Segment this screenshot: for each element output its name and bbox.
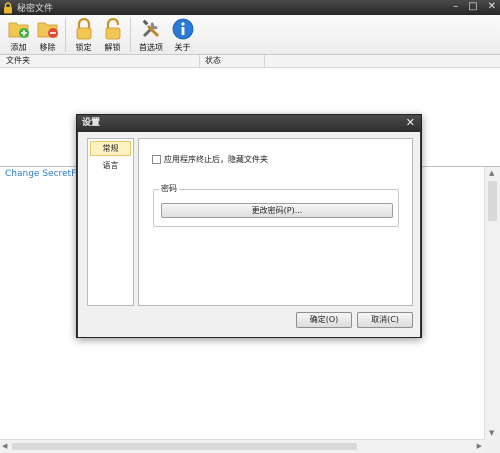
scroll-down-icon[interactable]: ▼ bbox=[489, 429, 494, 437]
settings-content: 应用程序终止后，隐藏文件夹 密码 更改密码(P)... bbox=[138, 138, 413, 306]
lock-label: 锁定 bbox=[75, 43, 92, 52]
column-folder[interactable]: 文件夹 bbox=[0, 55, 200, 67]
dialog-body: 常规 语言 应用程序终止后，隐藏文件夹 密码 更改密码(P)... 确定(O) … bbox=[78, 132, 420, 337]
scroll-left-icon[interactable]: ◀ bbox=[2, 442, 7, 450]
nav-item-general[interactable]: 常规 bbox=[90, 141, 131, 156]
hide-on-exit-option[interactable]: 应用程序终止后，隐藏文件夹 bbox=[152, 154, 268, 165]
lock-icon bbox=[4, 1, 12, 13]
log-text: Change SecretFo bbox=[5, 169, 82, 179]
toolbar-separator bbox=[130, 18, 131, 52]
maximize-button[interactable]: □ bbox=[468, 1, 477, 12]
column-status[interactable]: 状态 bbox=[200, 55, 265, 67]
cancel-button[interactable]: 取消(C) bbox=[357, 312, 413, 328]
unlock-label: 解锁 bbox=[104, 43, 121, 52]
folder-remove-icon bbox=[37, 22, 58, 38]
padlock-closed-icon bbox=[76, 18, 91, 40]
horizontal-scrollbar[interactable]: ◀ ▶ bbox=[0, 439, 484, 453]
preferences-button[interactable]: 首选项 bbox=[134, 18, 168, 53]
window-titlebar[interactable]: 秘密文件 – □ ✕ bbox=[0, 0, 500, 15]
scroll-right-icon[interactable]: ▶ bbox=[477, 442, 482, 450]
toolbar-separator bbox=[65, 18, 66, 52]
about-label: 关于 bbox=[174, 43, 191, 52]
add-button[interactable]: 添加 bbox=[4, 18, 33, 53]
lock-button[interactable]: 锁定 bbox=[69, 18, 98, 53]
remove-label: 移除 bbox=[39, 43, 56, 52]
settings-nav: 常规 语言 bbox=[87, 138, 134, 306]
minimize-button[interactable]: – bbox=[453, 1, 458, 12]
folder-add-icon bbox=[8, 22, 29, 38]
vertical-scrollbar[interactable]: ▲ ▼ bbox=[484, 167, 500, 439]
toolbar: 添加 移除 锁定 解锁 首选项 关于 bbox=[0, 15, 500, 55]
dialog-titlebar[interactable]: 设置 bbox=[77, 115, 421, 132]
vertical-scroll-thumb[interactable] bbox=[488, 181, 497, 221]
window-title: 秘密文件 bbox=[17, 4, 54, 14]
unlock-button[interactable]: 解锁 bbox=[98, 18, 127, 53]
change-password-button[interactable]: 更改密码(P)... bbox=[161, 203, 393, 218]
preferences-label: 首选项 bbox=[139, 43, 163, 52]
horizontal-scroll-thumb[interactable] bbox=[12, 443, 357, 450]
hide-on-exit-label: 应用程序终止后，隐藏文件夹 bbox=[164, 155, 268, 164]
dialog-close-icon[interactable]: ✕ bbox=[406, 116, 415, 129]
info-icon bbox=[172, 18, 193, 40]
about-button[interactable]: 关于 bbox=[168, 18, 197, 53]
scroll-up-icon[interactable]: ▲ bbox=[489, 169, 494, 177]
add-label: 添加 bbox=[10, 43, 27, 52]
hide-on-exit-checkbox[interactable] bbox=[152, 155, 161, 164]
remove-button[interactable]: 移除 bbox=[33, 18, 62, 53]
folder-list-header: 文件夹 状态 bbox=[0, 55, 500, 68]
tools-icon bbox=[142, 19, 160, 38]
settings-dialog: 设置 ✕ 常规 语言 应用程序终止后，隐藏文件夹 密码 更改密码(P)... 确… bbox=[76, 114, 422, 338]
password-group-label: 密码 bbox=[159, 183, 179, 194]
close-button[interactable]: ✕ bbox=[488, 1, 496, 12]
nav-item-language[interactable]: 语言 bbox=[88, 158, 133, 173]
dialog-title: 设置 bbox=[82, 118, 101, 128]
ok-button[interactable]: 确定(O) bbox=[296, 312, 352, 328]
scrollbar-corner bbox=[484, 439, 500, 453]
padlock-open-icon bbox=[105, 18, 120, 40]
